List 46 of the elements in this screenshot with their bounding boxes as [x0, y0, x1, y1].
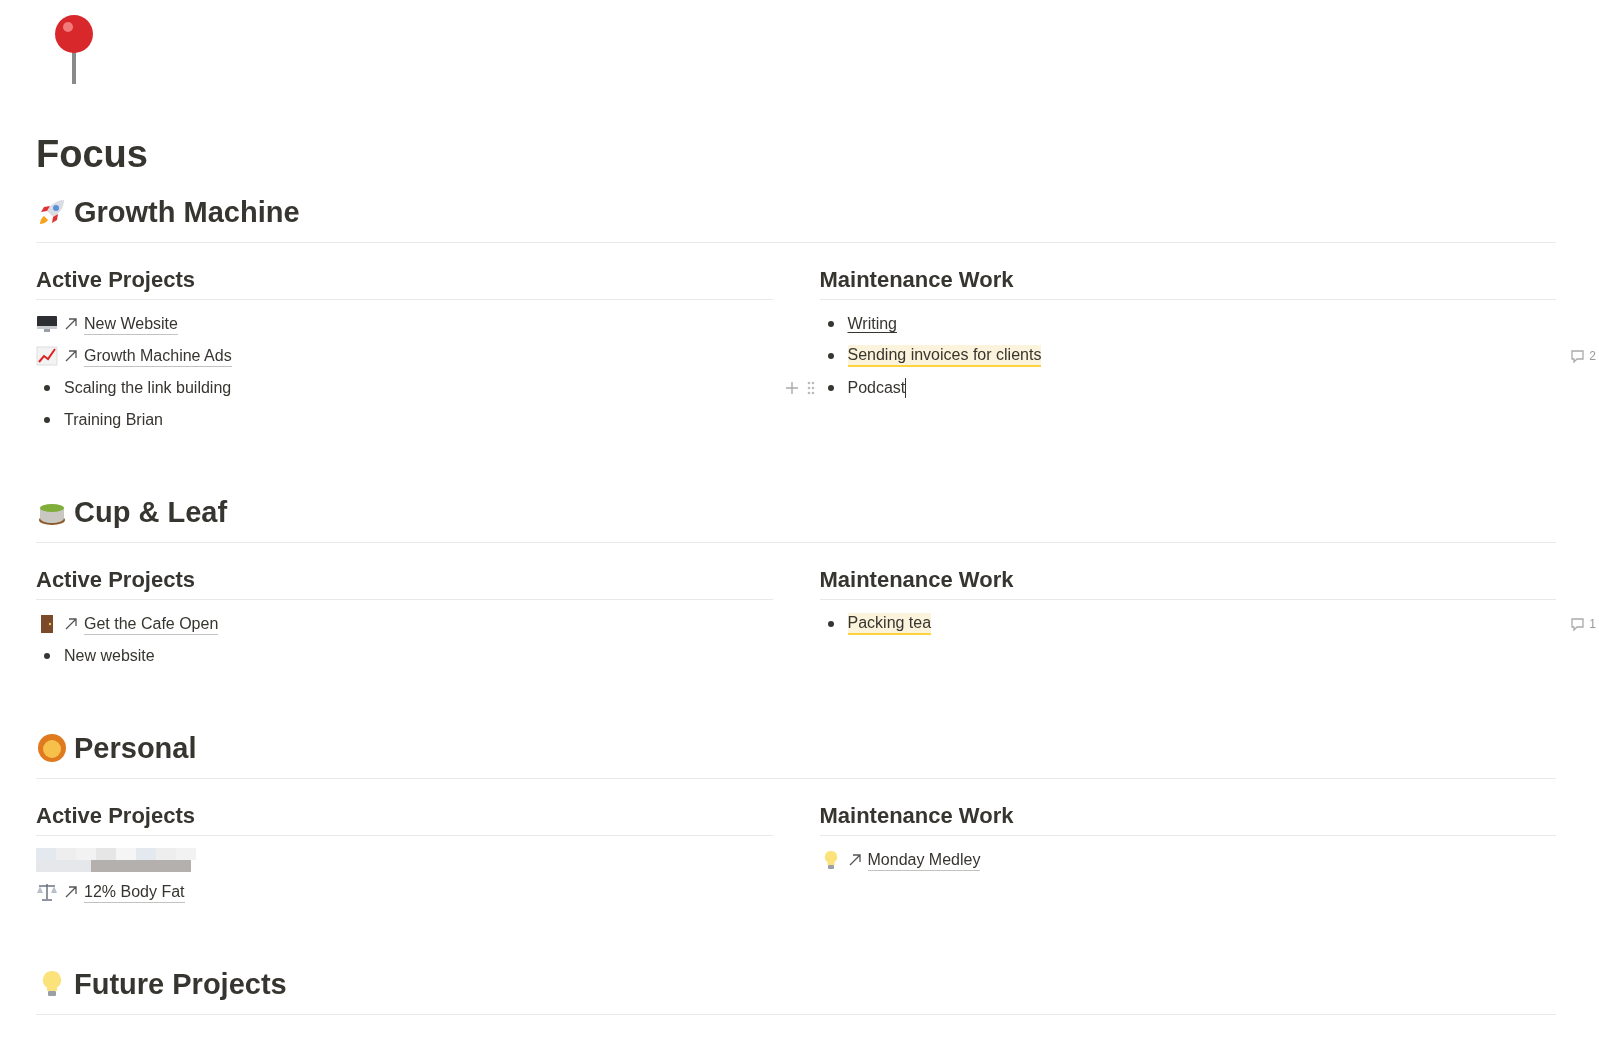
- section-heading: Future Projects: [74, 967, 287, 1002]
- bullet-icon: [827, 385, 834, 391]
- arrow-icon: [64, 885, 78, 899]
- page-title: Focus: [36, 132, 149, 177]
- page-link[interactable]: New Website: [84, 313, 178, 335]
- bullet-icon: [44, 653, 50, 659]
- bullet-icon: [827, 621, 834, 627]
- bullet-icon: [44, 385, 50, 391]
- page-link[interactable]: 12% Body Fat: [84, 881, 185, 903]
- chart-icon: [36, 346, 58, 366]
- highlighted-text: Packing tea: [847, 613, 932, 635]
- page-link[interactable]: Get the Cafe Open: [84, 613, 219, 635]
- monitor-icon: [36, 314, 58, 334]
- drag-handle-icon[interactable]: [806, 381, 815, 395]
- section-heading: Cup & Leaf: [74, 495, 228, 530]
- list-text: New website: [64, 647, 155, 665]
- page-link[interactable]: Growth Machine Ads: [84, 345, 232, 367]
- column-heading: Maintenance Work: [819, 265, 1556, 300]
- scale-icon: [36, 882, 58, 902]
- column-heading: Active Projects: [36, 565, 773, 600]
- arrow-icon: [64, 317, 78, 331]
- page-link[interactable]: Monday Medley: [867, 849, 981, 871]
- arrow-icon: [847, 853, 862, 867]
- add-icon[interactable]: [784, 381, 799, 395]
- highlighted-text: Sending invoices for clients: [847, 345, 1042, 367]
- comment-icon[interactable]: [1570, 616, 1586, 632]
- column-heading: Active Projects: [36, 801, 773, 836]
- arrow-icon: [64, 349, 78, 363]
- section-heading: Personal: [74, 731, 197, 766]
- column-heading: Active Projects: [36, 265, 773, 300]
- pushpin-icon: [54, 14, 94, 86]
- link[interactable]: Writing: [847, 315, 897, 333]
- column-heading: Maintenance Work: [819, 801, 1556, 836]
- comment-count: 2: [1589, 349, 1596, 363]
- list-text: Podcast: [847, 379, 906, 397]
- comment-count: 1: [1589, 617, 1596, 631]
- section-heading: Growth Machine: [74, 195, 300, 230]
- comment-icon[interactable]: [1570, 348, 1586, 364]
- bullet-icon: [44, 417, 50, 423]
- list-text: Training Brian: [64, 411, 163, 429]
- list-text: Scaling the link building: [64, 379, 232, 397]
- arrow-icon: [64, 617, 78, 631]
- bullet-icon: [827, 321, 834, 327]
- bullet-icon: [827, 353, 834, 359]
- flower-icon: [36, 732, 68, 764]
- column-heading: Maintenance Work: [819, 565, 1556, 600]
